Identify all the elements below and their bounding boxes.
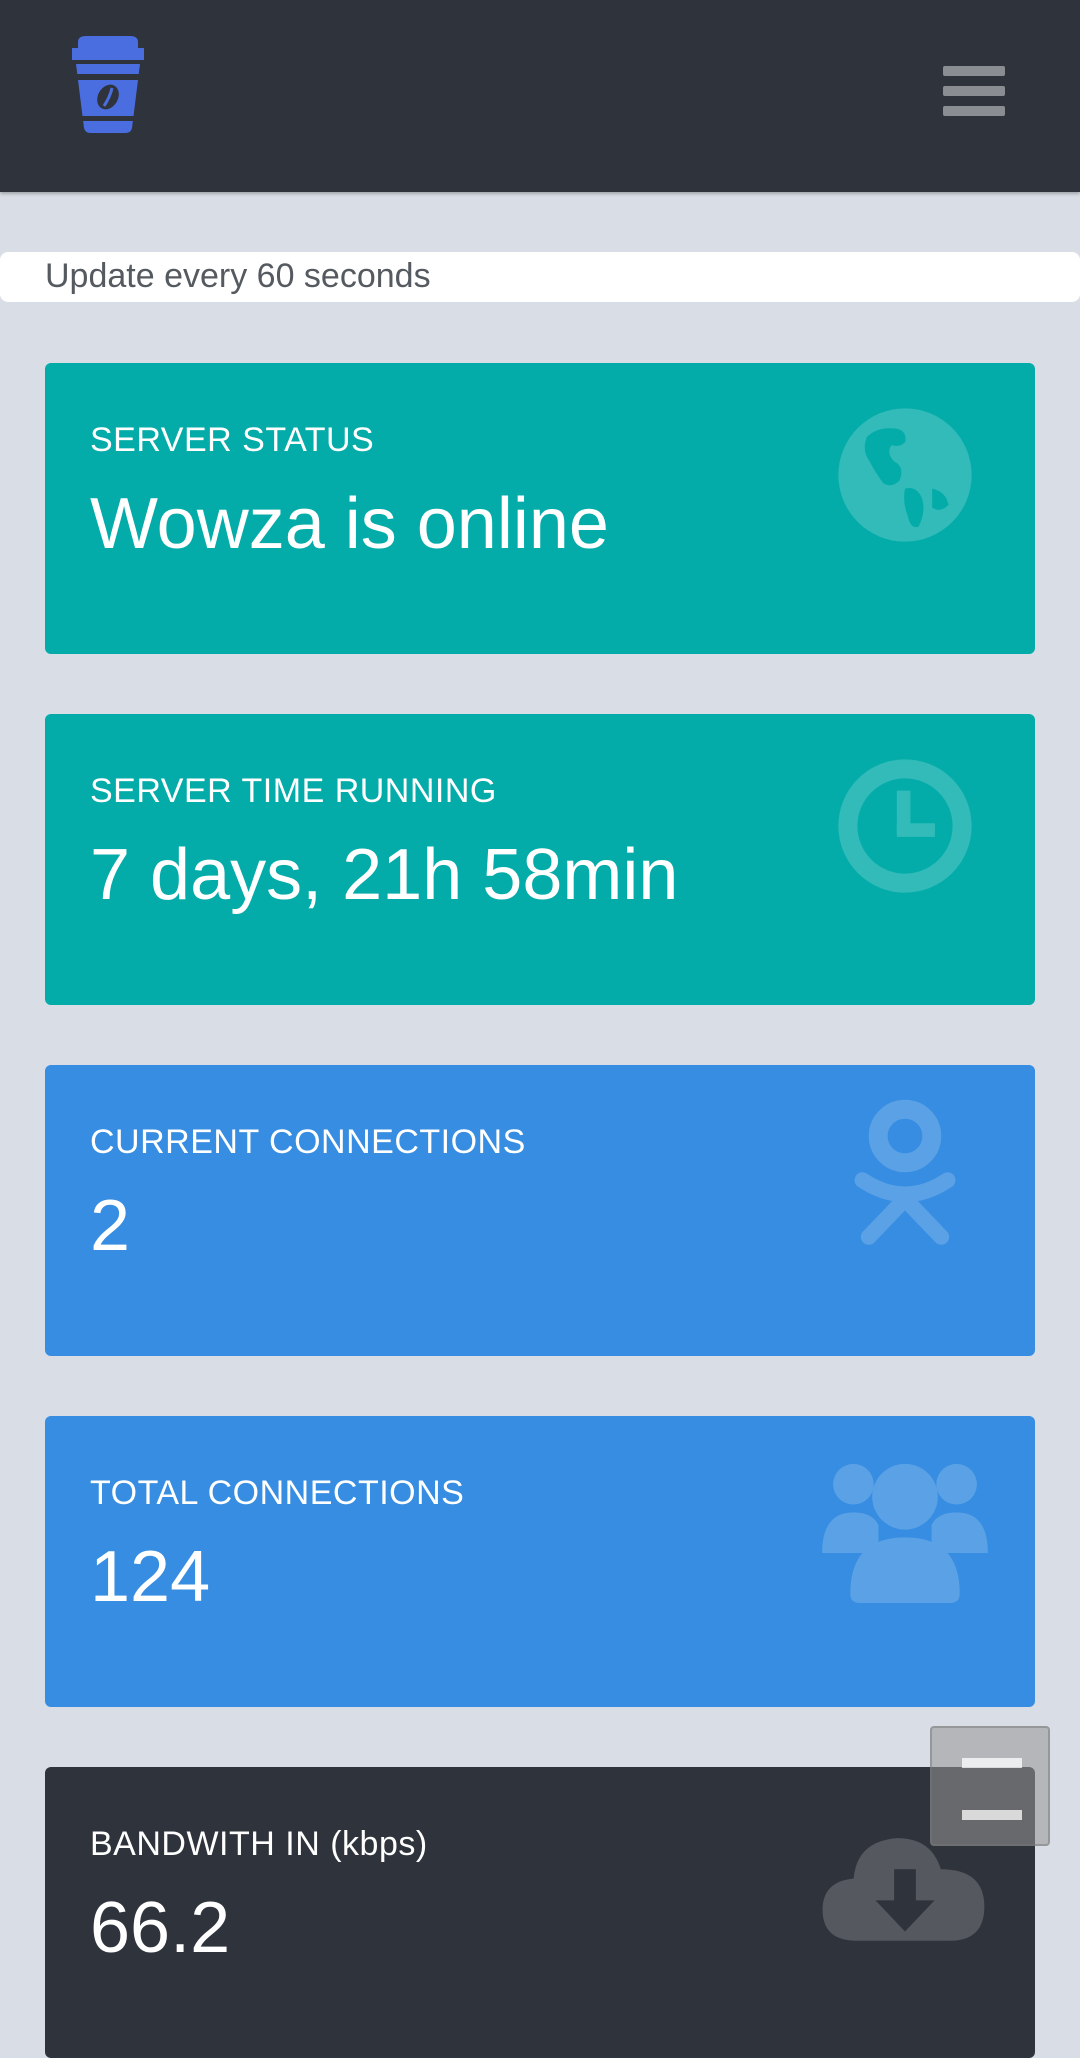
bandwidth-in-card: BANDWITH IN (kbps) 66.2 (45, 1767, 1035, 2058)
server-status-card: SERVER STATUS Wowza is online (45, 363, 1035, 654)
current-connections-card: CURRENT CONNECTIONS 2 (45, 1065, 1035, 1356)
card-label: CURRENT CONNECTIONS (90, 1123, 526, 1161)
scroll-toggle-button[interactable] (930, 1726, 1050, 1846)
card-value: 7 days, 21h 58min (90, 835, 679, 915)
card-label: SERVER STATUS (90, 421, 375, 459)
globe-icon (838, 408, 972, 542)
total-connections-card: TOTAL CONNECTIONS 124 (45, 1416, 1035, 1707)
users-icon (822, 1463, 988, 1604)
odnoklassniki-icon (854, 1099, 956, 1245)
card-value: 124 (90, 1537, 211, 1617)
card-value: 2 (90, 1186, 131, 1266)
clock-icon (838, 759, 972, 893)
top-navbar (0, 0, 1080, 192)
update-interval-notice: Update every 60 seconds (0, 252, 1080, 302)
card-label: BANDWITH IN (kbps) (90, 1825, 428, 1863)
coffee-cup-icon[interactable] (64, 34, 152, 134)
card-value: 66.2 (90, 1888, 231, 1968)
hamburger-menu-icon[interactable] (935, 62, 1005, 124)
card-label: TOTAL CONNECTIONS (90, 1474, 465, 1512)
card-label: SERVER TIME RUNNING (90, 772, 497, 810)
server-time-card: SERVER TIME RUNNING 7 days, 21h 58min (45, 714, 1035, 1005)
card-value: Wowza is online (90, 484, 609, 564)
